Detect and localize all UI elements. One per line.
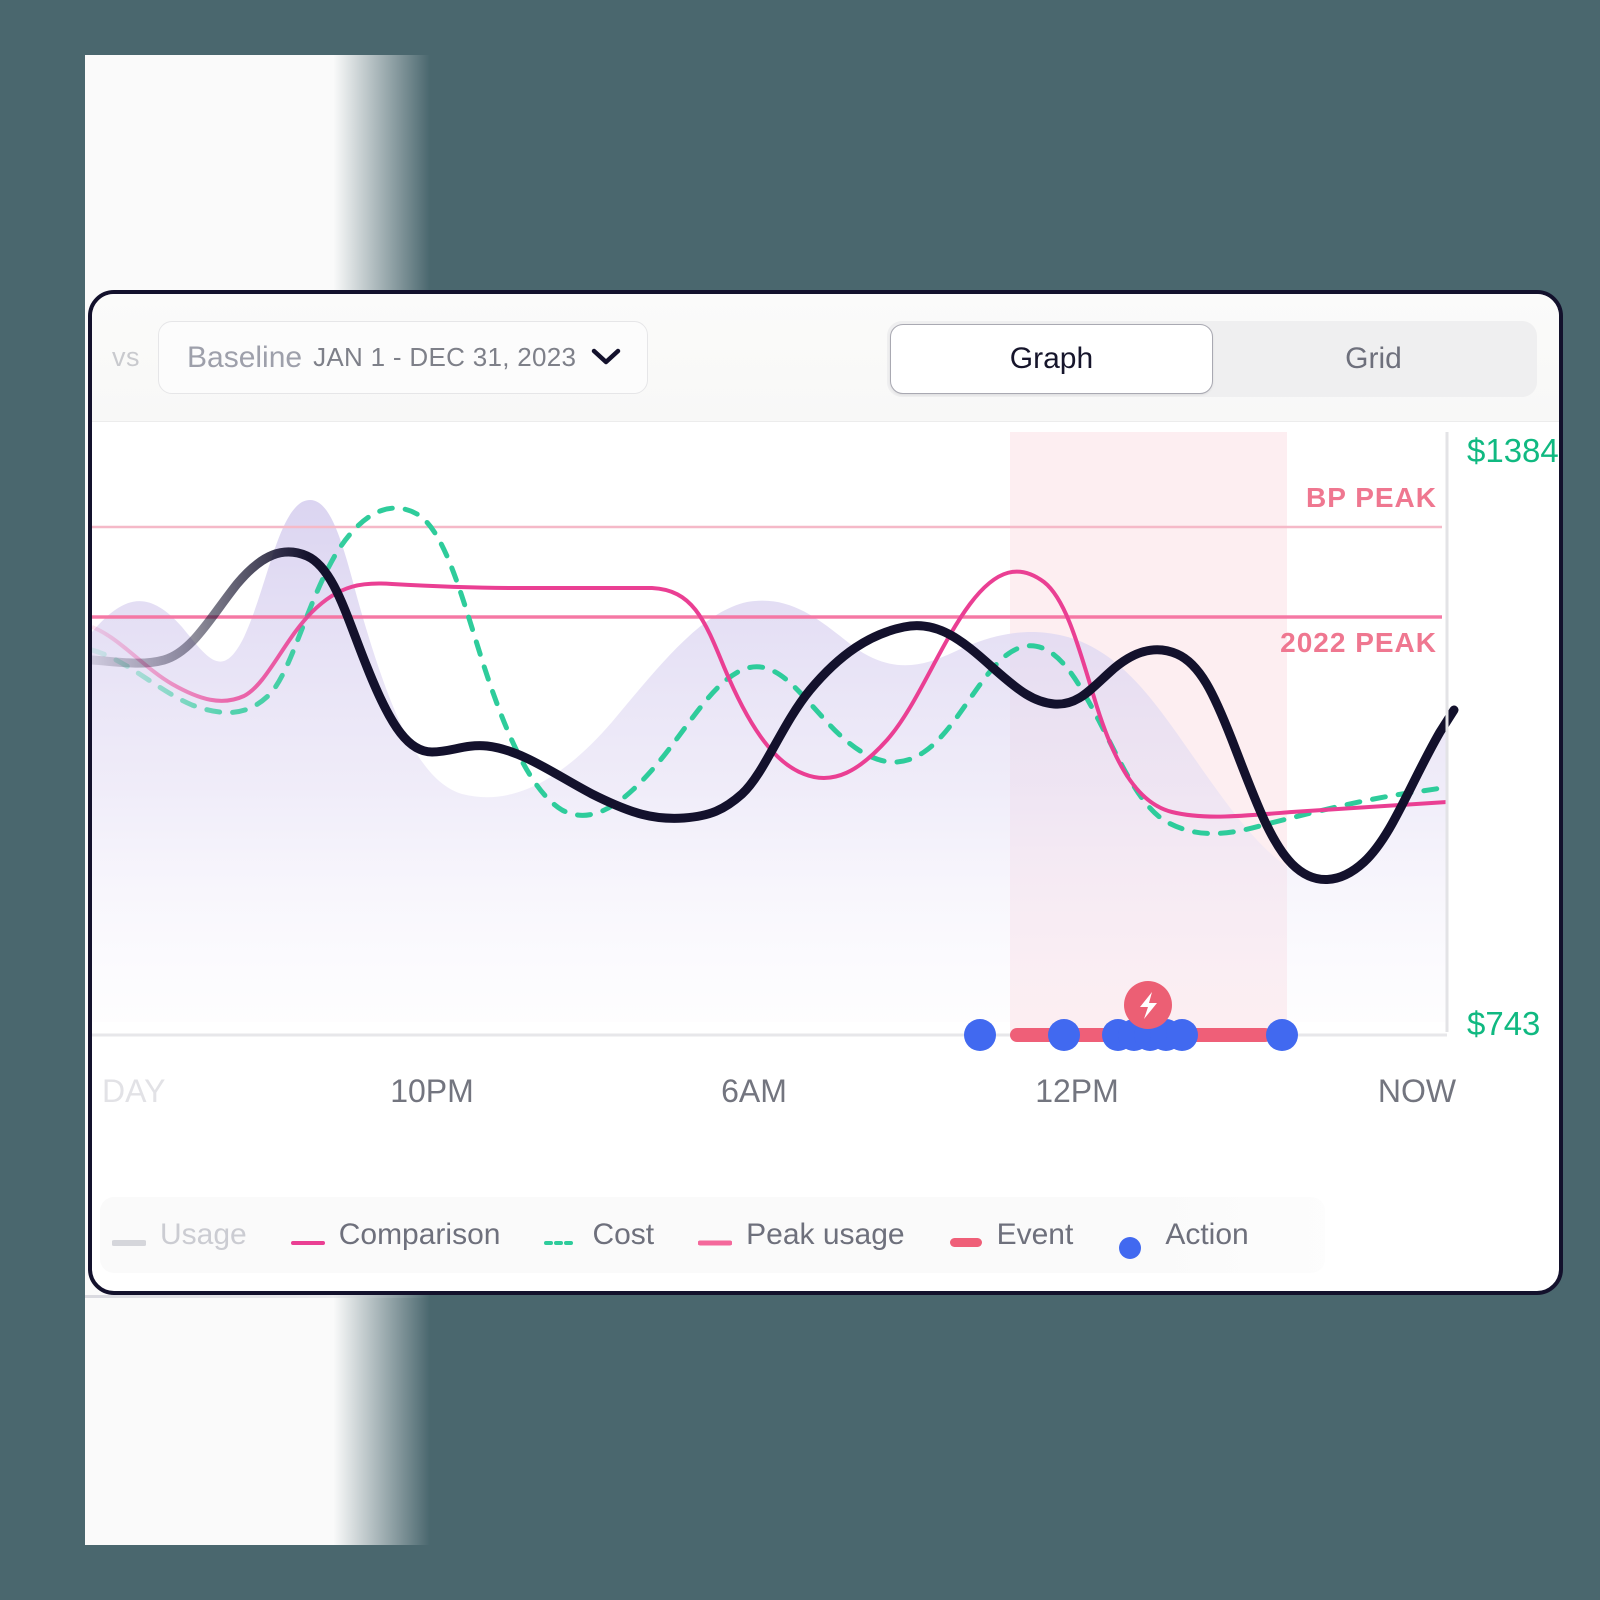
lightning-bolt-icon[interactable] [1124, 981, 1172, 1029]
baseline-title: Baseline [187, 340, 303, 374]
peak-2022-label: 2022 PEAK [1280, 627, 1437, 658]
legend-label: Comparison [338, 1218, 501, 1251]
legend-item-usage[interactable]: Usage [111, 1218, 247, 1252]
bp-peak-label: BP PEAK [1306, 482, 1437, 513]
action-dot[interactable] [1266, 1019, 1298, 1051]
legend-item-event[interactable]: Event [949, 1218, 1074, 1252]
chart-area: $1384 $743 BP PEAK 2022 PEAK DAY 10PM 6A… [92, 422, 1559, 1291]
action-dot[interactable] [964, 1019, 996, 1051]
y-axis-top-value: $1384 [1467, 432, 1559, 469]
legend-label: Usage [160, 1218, 247, 1251]
y-axis-bottom-value: $743 [1467, 1005, 1540, 1042]
legend-item-action[interactable]: Action [1117, 1218, 1249, 1259]
legend-item-cost[interactable]: Cost [544, 1218, 654, 1252]
chart-legend: Usage Comparison Cost Peak usage Event A… [100, 1197, 1325, 1273]
vs-label: vs [112, 342, 140, 372]
x-tick-label: 12PM [1035, 1073, 1119, 1109]
action-dot[interactable] [1166, 1019, 1198, 1051]
background-panel-divider [85, 1295, 430, 1298]
graph-card: vs Baseline JAN 1 - DEC 31, 2023 Graph G… [88, 290, 1563, 1295]
x-tick-label: DAY [102, 1073, 165, 1109]
legend-label: Event [996, 1218, 1074, 1251]
view-mode-toggle[interactable]: Graph Grid [887, 321, 1537, 397]
usage-chart: $1384 $743 BP PEAK 2022 PEAK DAY 10PM 6A… [92, 432, 1559, 1109]
legend-item-comparison[interactable]: Comparison [290, 1218, 501, 1252]
chevron-down-icon [591, 348, 621, 367]
x-tick-label: 10PM [390, 1073, 474, 1109]
baseline-date-range: JAN 1 - DEC 31, 2023 [313, 342, 577, 372]
tab-graph[interactable]: Graph [890, 324, 1213, 394]
baseline-dropdown[interactable]: Baseline JAN 1 - DEC 31, 2023 [158, 321, 649, 394]
x-tick-label: 6AM [721, 1073, 787, 1109]
x-tick-label: NOW [1378, 1073, 1457, 1109]
legend-label: Peak usage [746, 1218, 905, 1251]
toolbar: vs Baseline JAN 1 - DEC 31, 2023 Graph G… [92, 294, 1559, 422]
action-dot[interactable] [1048, 1019, 1080, 1051]
legend-item-peak-usage[interactable]: Peak usage [697, 1218, 905, 1252]
tab-grid[interactable]: Grid [1213, 324, 1534, 394]
legend-label: Action [1165, 1218, 1249, 1251]
legend-label: Cost [592, 1218, 655, 1251]
